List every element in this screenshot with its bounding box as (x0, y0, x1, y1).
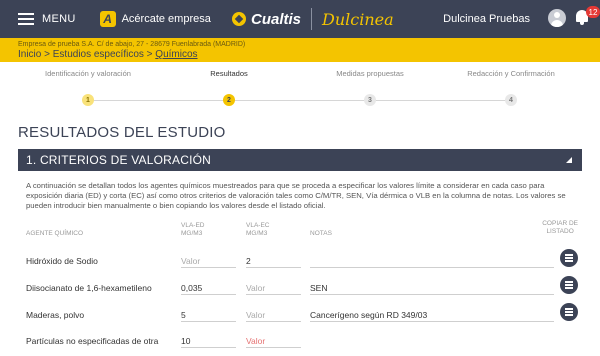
step-label: Resultados (210, 69, 248, 78)
brand-product-name: Dulcinea (322, 9, 394, 29)
table-header: AGENTE QUÍMICO VLA-ED mg/m3 VLA-EC mg/m3 N… (26, 220, 582, 240)
copy-from-list-button[interactable] (560, 276, 578, 294)
step-label: Medidas propuestas (336, 69, 404, 78)
acercate-logo-icon: A (99, 11, 116, 27)
step-medidas[interactable]: Medidas propuestas 3 (300, 66, 440, 106)
table-row: Maderas, polvo (26, 303, 582, 330)
user-name[interactable]: Dulcinea Pruebas (443, 0, 530, 38)
header-vla-ed: VLA-ED mg/m3 (181, 222, 205, 237)
vla-ed-input[interactable] (181, 250, 236, 268)
vla-ed-input[interactable] (181, 330, 236, 348)
vla-ec-input[interactable] (246, 304, 301, 322)
acercate-empresa-label: Acércate empresa (121, 13, 211, 25)
vla-ec-input[interactable] (246, 277, 301, 295)
menu-label: MENU (42, 13, 76, 25)
brand-logo: Cualtis Dulcinea (232, 0, 394, 38)
breadcrumb-current-link[interactable]: Químicos (155, 49, 197, 60)
step-label: Redacción y Confirmación (467, 69, 555, 78)
progress-stepper: Identificación y valoración 1 Resultados… (18, 66, 582, 110)
breadcrumb: Inicio > Estudios específicos > Químicos (18, 49, 600, 61)
step-number: 3 (364, 94, 376, 106)
step-resultados[interactable]: Resultados 2 (159, 66, 299, 106)
accordion-criterios-valoracion[interactable]: 1. CRITERIOS DE VALORACIÓN (18, 149, 582, 171)
step-number: 4 (505, 94, 517, 106)
intro-text: A continuación se detallan todos los age… (26, 181, 566, 211)
table-row: Diisocianato de 1,6-hexametileno (26, 276, 582, 303)
brand-name: Cualtis (251, 10, 302, 28)
vla-ed-input[interactable] (181, 277, 236, 295)
vla-ec-input[interactable] (246, 330, 301, 348)
agent-name: Diisocianato de 1,6-hexametileno (26, 283, 152, 293)
top-navigation-bar: MENU A Acércate empresa Cualtis Dulcinea… (0, 0, 600, 38)
cualtis-logo-icon (232, 12, 246, 26)
header-vla-ec: VLA-EC mg/m3 (246, 222, 270, 237)
menu-button[interactable]: MENU (18, 13, 76, 25)
company-bar: Empresa de prueba S.A. C/ de abajo, 27 -… (0, 38, 600, 62)
notes-input[interactable] (310, 250, 554, 268)
vla-ec-input[interactable] (246, 250, 301, 268)
brand-divider (311, 8, 313, 30)
step-number: 2 (223, 94, 235, 106)
table-row: Hidróxido de Sodio (26, 249, 582, 276)
header-agent: AGENTE QUÍMICO (26, 230, 84, 237)
accordion-title: 1. CRITERIOS DE VALORACIÓN (26, 153, 212, 167)
step-identificacion[interactable]: Identificación y valoración 1 (18, 66, 158, 106)
step-redaccion[interactable]: Redacción y Confirmación 4 (441, 66, 581, 106)
acercate-empresa-link[interactable]: A Acércate empresa (99, 11, 211, 27)
vla-ed-input[interactable] (181, 304, 236, 322)
notes-input[interactable] (310, 277, 554, 295)
breadcrumb-path[interactable]: Inicio > Estudios específicos > (18, 49, 155, 60)
notes-input[interactable] (310, 304, 554, 322)
header-notes: NOTAS (310, 230, 332, 237)
agent-name: Hidróxido de Sodio (26, 256, 98, 266)
collapse-arrow-icon (566, 157, 572, 163)
agent-name: Maderas, polvo (26, 310, 85, 320)
copy-from-list-button[interactable] (560, 249, 578, 267)
page-title: RESULTADOS DEL ESTUDIO (18, 124, 226, 141)
header-copy-from-list: COPIAR DE LISTADO (542, 220, 578, 235)
copy-from-list-button[interactable] (560, 303, 578, 321)
step-label: Identificación y valoración (45, 69, 131, 78)
notification-count-badge: 12 (586, 6, 600, 18)
step-number: 1 (82, 94, 94, 106)
table-row: Partículas no especificadas de otra (26, 330, 582, 356)
user-avatar-icon[interactable] (548, 9, 566, 27)
company-address: Empresa de prueba S.A. C/ de abajo, 27 -… (18, 41, 246, 48)
hamburger-icon (18, 13, 34, 25)
